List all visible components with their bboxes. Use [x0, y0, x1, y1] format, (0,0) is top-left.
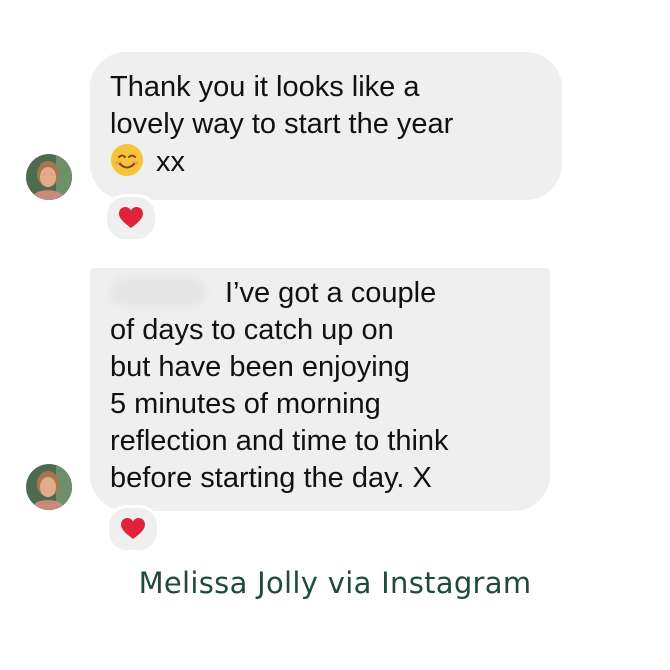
message-line: before starting the day. X: [110, 462, 432, 494]
message-bubble[interactable]: I’ve got a couple of days to catch up on…: [90, 268, 550, 511]
message-line: of days to catch up on: [110, 314, 394, 346]
message-line-with-emoji: xx: [110, 143, 542, 181]
message-line: Thank you it looks like a: [110, 71, 420, 103]
heart-reaction[interactable]: [104, 194, 158, 242]
caption: Melissa Jolly via Instagram: [138, 566, 532, 600]
heart-icon: [119, 207, 143, 228]
heart-reaction[interactable]: [106, 505, 160, 553]
message-bubble[interactable]: Thank you it looks like a lovely way to …: [90, 52, 562, 200]
avatar-photo: [26, 464, 72, 510]
redacted-name: [110, 278, 206, 306]
message-line: 5 minutes of morning: [110, 388, 381, 420]
message-line: but have been enjoying: [110, 351, 410, 383]
smiling-face-emoji-icon: [111, 144, 143, 176]
message-tail-text: xx: [156, 146, 185, 178]
message-line: reflection and time to think: [110, 425, 449, 457]
avatar-photo: [26, 154, 72, 200]
message-line: lovely way to start the year: [110, 108, 454, 140]
sender-avatar[interactable]: [26, 154, 72, 200]
heart-icon: [121, 518, 145, 539]
sender-avatar[interactable]: [26, 464, 72, 510]
